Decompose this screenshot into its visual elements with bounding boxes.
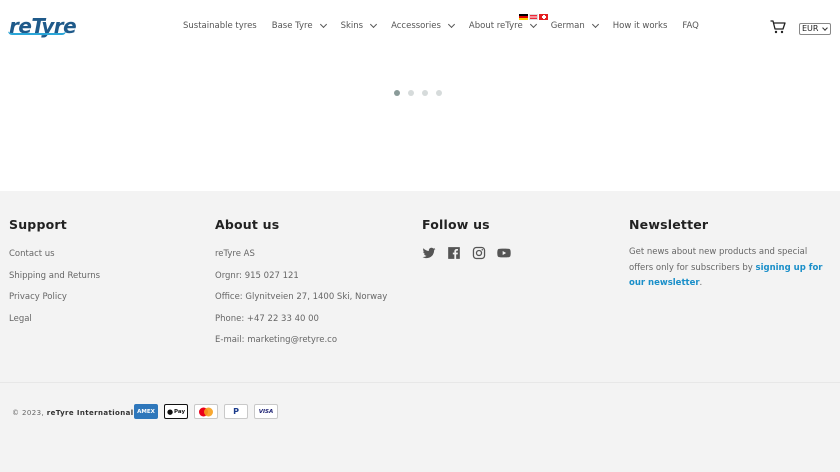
carousel-dot-1[interactable] <box>394 90 400 96</box>
chevron-down-icon <box>591 20 599 29</box>
apple-pay-icon: ● Pay <box>164 404 188 419</box>
currency-value: EUR <box>802 24 819 33</box>
site-header: reTyre Sustainable tyres Base Tyre Skins… <box>0 0 840 56</box>
copyright-brand-link[interactable]: reTyre International <box>47 409 134 417</box>
about-company: reTyre AS <box>215 249 255 259</box>
nav-label: Sustainable tyres <box>183 21 257 31</box>
social-links <box>422 246 511 260</box>
footer-link-shipping[interactable]: Shipping and Returns <box>9 270 100 292</box>
main-nav: Sustainable tyres Base Tyre Skins Access… <box>183 20 714 31</box>
carousel-dot-4[interactable] <box>436 90 442 96</box>
chevron-down-icon <box>319 20 327 29</box>
footer-link-contact[interactable]: Contact us <box>9 248 100 270</box>
nav-how-it-works[interactable]: How it works <box>613 21 668 31</box>
cart-icon[interactable] <box>770 20 786 34</box>
footer-follow: Follow us <box>422 217 511 260</box>
twitter-icon[interactable] <box>422 246 436 260</box>
payment-methods: AMEX ● Pay P VISA <box>134 404 278 419</box>
about-office: Office: Glynitveien 27, 1400 Ski, Norway <box>215 292 388 302</box>
nav-faq[interactable]: FAQ <box>682 21 698 31</box>
chevron-down-icon <box>822 25 828 31</box>
paypal-icon: P <box>224 404 248 419</box>
mastercard-icon <box>194 404 218 419</box>
support-heading: Support <box>9 217 67 232</box>
nav-label: FAQ <box>682 21 699 31</box>
amex-label: AMEX <box>137 408 155 415</box>
nav-label: Accessories <box>391 21 441 31</box>
language-flags[interactable] <box>519 14 548 20</box>
footer-about: About us reTyre AS Orgnr: 915 027 121 Of… <box>215 217 387 356</box>
copyright: © 2023, reTyre International <box>12 409 134 417</box>
nav-language-german[interactable]: German <box>550 20 599 31</box>
nav-label: Base Tyre <box>271 21 313 31</box>
nav-about-retyre[interactable]: About reTyre <box>468 20 537 31</box>
mastercard-circles <box>199 407 213 416</box>
paypal-label: P <box>233 407 239 416</box>
austria-flag-icon <box>529 14 538 20</box>
visa-icon: VISA <box>254 404 278 419</box>
newsletter-period: . <box>699 278 703 288</box>
carousel-pagination <box>394 90 442 96</box>
footer-divider <box>0 382 840 383</box>
nav-accessories[interactable]: Accessories <box>391 20 455 31</box>
carousel-dot-2[interactable] <box>408 90 414 96</box>
nav-label: How it works <box>612 21 668 31</box>
nav-label: Skins <box>340 21 364 31</box>
nav-label: About reTyre <box>468 21 523 31</box>
about-email: E-mail: marketing@retyre.co <box>215 335 338 345</box>
site-footer: Support Contact us Shipping and Returns … <box>0 191 840 472</box>
nav-label: German <box>550 21 585 31</box>
youtube-icon[interactable] <box>497 246 511 260</box>
facebook-icon[interactable] <box>447 246 461 260</box>
nav-base-tyre[interactable]: Base Tyre <box>271 20 327 31</box>
chevron-down-icon <box>370 20 378 29</box>
nav-sustainable-tyres[interactable]: Sustainable tyres <box>183 21 257 31</box>
chevron-down-icon <box>529 20 537 29</box>
footer-link-legal[interactable]: Legal <box>9 313 100 335</box>
retyre-logo[interactable]: reTyre <box>8 14 77 38</box>
currency-select[interactable]: EUR <box>799 23 831 35</box>
apple-glyph: ● <box>166 407 174 416</box>
footer-newsletter: Newsletter Get news about new products a… <box>629 217 834 292</box>
visa-label: VISA <box>258 408 274 415</box>
amex-icon: AMEX <box>134 404 158 419</box>
chevron-down-icon <box>447 20 455 29</box>
apple-pay-label: Pay <box>174 408 186 415</box>
about-orgnr: Orgnr: 915 027 121 <box>215 270 299 281</box>
about-heading: About us <box>215 217 280 232</box>
newsletter-heading: Newsletter <box>629 217 709 232</box>
instagram-icon[interactable] <box>472 246 486 260</box>
nav-skins[interactable]: Skins <box>340 20 378 31</box>
germany-flag-icon <box>519 14 528 20</box>
footer-support: Support Contact us Shipping and Returns … <box>9 217 100 334</box>
copyright-year: © 2023, <box>12 409 45 417</box>
newsletter-text: Get news about new products and special … <box>629 245 834 292</box>
logo-swoosh <box>8 31 66 35</box>
carousel-dot-3[interactable] <box>422 90 428 96</box>
follow-heading: Follow us <box>422 217 490 232</box>
footer-link-privacy[interactable]: Privacy Policy <box>9 291 100 313</box>
switzerland-flag-icon <box>539 14 548 20</box>
about-phone: Phone: +47 22 33 40 00 <box>215 313 319 324</box>
